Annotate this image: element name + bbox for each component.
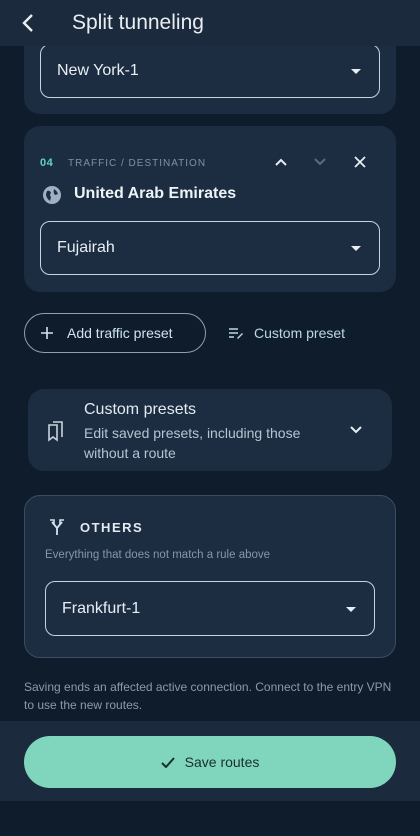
expand-chevron-icon[interactable] — [345, 419, 367, 441]
globe-icon — [41, 184, 63, 206]
save-routes-button[interactable]: Save routes — [24, 736, 396, 788]
check-icon — [160, 756, 175, 768]
route-4-server-select[interactable]: Fujairah — [40, 221, 380, 275]
custom-presets-subtitle: Edit saved presets, including those with… — [84, 425, 301, 461]
back-arrow-icon — [22, 14, 33, 32]
move-down-icon[interactable] — [309, 151, 331, 173]
dropdown-caret-icon — [351, 69, 361, 74]
route-type-label: TRAFFIC / DESTINATION — [68, 158, 207, 169]
move-up-icon[interactable] — [270, 151, 292, 173]
dropdown-caret-icon — [351, 246, 361, 251]
route-4-server-value: Fujairah — [57, 239, 115, 256]
app-header: Split tunneling — [0, 0, 420, 46]
others-title: OTHERS — [80, 520, 144, 535]
others-subtitle: Everything that does not match a rule ab… — [45, 549, 271, 561]
edit-list-icon — [229, 328, 243, 339]
bookmark-icon — [45, 420, 67, 442]
route-3-server-value: New York-1 — [57, 62, 139, 79]
route-index: 04 — [40, 157, 54, 169]
custom-preset-button[interactable]: Custom preset — [228, 320, 345, 346]
add-traffic-preset-label: Add traffic preset — [67, 325, 173, 341]
add-traffic-preset-button[interactable]: Add traffic preset — [24, 313, 206, 353]
dropdown-caret-icon — [346, 606, 356, 612]
save-routes-label: Save routes — [184, 754, 260, 770]
remove-route-icon[interactable] — [349, 151, 371, 173]
page-title: Split tunneling — [72, 11, 204, 34]
others-server-select[interactable]: Frankfurt-1 — [45, 581, 375, 636]
others-server-value: Frankfurt-1 — [62, 599, 141, 617]
destination-country: United Arab Emirates — [74, 185, 237, 202]
custom-presets-title: Custom presets — [84, 401, 197, 418]
plus-icon — [41, 327, 53, 339]
route-3-server-select[interactable]: New York-1 — [40, 44, 380, 98]
split-route-icon — [46, 516, 68, 538]
custom-preset-label: Custom preset — [254, 325, 346, 341]
save-warning-note: Saving ends an affected active connectio… — [24, 680, 392, 712]
back-button[interactable] — [0, 0, 56, 46]
